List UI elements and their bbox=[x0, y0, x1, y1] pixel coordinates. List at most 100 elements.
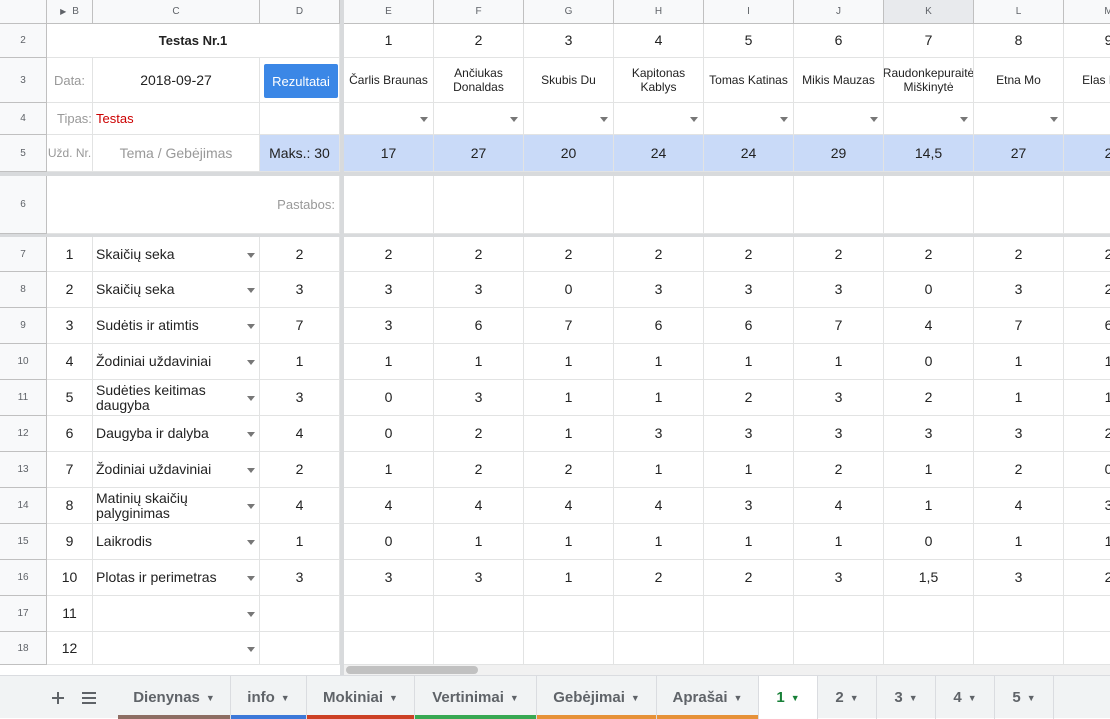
task-score[interactable] bbox=[434, 632, 524, 665]
task-score[interactable] bbox=[704, 596, 794, 632]
task-score[interactable]: 1 bbox=[344, 344, 434, 380]
task-topic[interactable]: Žodiniai uždaviniai bbox=[93, 452, 260, 488]
sheet-tab-dienynas[interactable]: Dienynas ▼ bbox=[118, 676, 231, 719]
task-score[interactable]: 2 bbox=[614, 560, 704, 596]
task-score[interactable]: 2 bbox=[614, 237, 704, 272]
student-note[interactable] bbox=[1064, 176, 1110, 234]
task-topic[interactable]: Plotas ir perimetras bbox=[93, 560, 260, 596]
task-score[interactable]: 3 bbox=[614, 416, 704, 452]
chevron-down-icon[interactable]: ▼ bbox=[206, 693, 215, 703]
task-score[interactable]: 2 bbox=[884, 380, 974, 416]
chevron-down-icon[interactable]: ▼ bbox=[281, 693, 290, 703]
task-score[interactable] bbox=[524, 596, 614, 632]
task-score[interactable]: 4 bbox=[614, 488, 704, 524]
row-header-7[interactable]: 7 bbox=[0, 237, 47, 272]
student-note[interactable] bbox=[974, 176, 1064, 234]
task-score[interactable]: 2 bbox=[794, 237, 884, 272]
column-header-G[interactable]: G bbox=[524, 0, 614, 24]
topic-header[interactable]: Tema / Gebėjimas bbox=[93, 135, 260, 172]
chevron-down-icon[interactable]: ▼ bbox=[1027, 693, 1036, 703]
task-score[interactable]: 6 bbox=[1064, 308, 1110, 344]
task-score[interactable]: 1 bbox=[524, 524, 614, 560]
task-score[interactable]: 0 bbox=[1064, 452, 1110, 488]
row-header-10[interactable]: 10 bbox=[0, 344, 47, 380]
task-number[interactable]: 1 bbox=[47, 237, 93, 272]
task-max-score[interactable]: 4 bbox=[260, 488, 340, 524]
task-score[interactable]: 0 bbox=[884, 344, 974, 380]
student-note[interactable] bbox=[434, 176, 524, 234]
task-score[interactable]: 0 bbox=[344, 380, 434, 416]
task-number[interactable]: 8 bbox=[47, 488, 93, 524]
task-score[interactable]: 3 bbox=[794, 380, 884, 416]
task-score[interactable]: 3 bbox=[974, 560, 1064, 596]
row-header-16[interactable]: 16 bbox=[0, 560, 47, 596]
task-score[interactable]: 3 bbox=[434, 560, 524, 596]
task-score[interactable]: 1 bbox=[614, 452, 704, 488]
task-score[interactable]: 2 bbox=[434, 452, 524, 488]
student-total[interactable]: 27 bbox=[434, 135, 524, 172]
task-score[interactable] bbox=[1064, 596, 1110, 632]
dropdown-arrow-icon[interactable] bbox=[600, 117, 608, 122]
task-score[interactable] bbox=[884, 596, 974, 632]
task-score[interactable]: 1 bbox=[344, 452, 434, 488]
task-score[interactable]: 1 bbox=[524, 560, 614, 596]
task-score[interactable]: 1 bbox=[1064, 380, 1110, 416]
task-topic[interactable]: Sudėtis ir atimtis bbox=[93, 308, 260, 344]
task-score[interactable]: 1 bbox=[704, 344, 794, 380]
task-topic[interactable]: Daugyba ir dalyba bbox=[93, 416, 260, 452]
student-number[interactable]: 8 bbox=[974, 24, 1064, 58]
task-score[interactable]: 3 bbox=[344, 272, 434, 308]
chevron-down-icon[interactable]: ▼ bbox=[909, 693, 918, 703]
dropdown-arrow-icon[interactable] bbox=[247, 396, 255, 401]
student-number[interactable]: 4 bbox=[614, 24, 704, 58]
column-header-L[interactable]: L bbox=[974, 0, 1064, 24]
task-score[interactable]: 4 bbox=[524, 488, 614, 524]
sheet-tab-info[interactable]: info ▼ bbox=[231, 676, 307, 719]
column-header-J[interactable]: J bbox=[794, 0, 884, 24]
task-score[interactable]: 1,5 bbox=[884, 560, 974, 596]
task-score[interactable] bbox=[614, 632, 704, 665]
chevron-down-icon[interactable]: ▼ bbox=[968, 693, 977, 703]
task-number[interactable]: 4 bbox=[47, 344, 93, 380]
student-note[interactable] bbox=[524, 176, 614, 234]
task-max-score[interactable] bbox=[260, 596, 340, 632]
task-score[interactable]: 4 bbox=[344, 488, 434, 524]
student-total[interactable]: 29 bbox=[794, 135, 884, 172]
row-header-8[interactable]: 8 bbox=[0, 272, 47, 308]
task-score[interactable]: 6 bbox=[614, 308, 704, 344]
student-name[interactable]: Mikis Mauzas bbox=[794, 58, 884, 103]
task-number[interactable]: 10 bbox=[47, 560, 93, 596]
dropdown-arrow-icon[interactable] bbox=[247, 540, 255, 545]
task-number[interactable]: 3 bbox=[47, 308, 93, 344]
row-header-15[interactable]: 15 bbox=[0, 524, 47, 560]
student-number[interactable]: 3 bbox=[524, 24, 614, 58]
type-value[interactable]: Testas bbox=[93, 103, 260, 135]
task-score[interactable]: 7 bbox=[974, 308, 1064, 344]
task-score[interactable] bbox=[614, 596, 704, 632]
column-header-B[interactable]: ▶ B bbox=[47, 0, 93, 24]
task-score[interactable]: 2 bbox=[434, 416, 524, 452]
task-score[interactable]: 3 bbox=[704, 272, 794, 308]
date-value[interactable]: 2018-09-27 bbox=[93, 58, 260, 103]
task-score[interactable]: 0 bbox=[884, 272, 974, 308]
row-header-18[interactable]: 18 bbox=[0, 632, 47, 665]
dropdown-arrow-icon[interactable] bbox=[247, 612, 255, 617]
task-max-score[interactable]: 2 bbox=[260, 237, 340, 272]
dropdown-arrow-icon[interactable] bbox=[960, 117, 968, 122]
column-header-F[interactable]: F bbox=[434, 0, 524, 24]
student-note[interactable] bbox=[794, 176, 884, 234]
student-name[interactable]: Elas Nere bbox=[1064, 58, 1110, 103]
task-score[interactable]: 3 bbox=[434, 272, 524, 308]
task-score[interactable]: 2 bbox=[1064, 237, 1110, 272]
task-score[interactable]: 2 bbox=[704, 380, 794, 416]
sheet-tab-vertinimai[interactable]: Vertinimai ▼ bbox=[415, 676, 537, 719]
task-score[interactable]: 7 bbox=[524, 308, 614, 344]
chevron-down-icon[interactable]: ▼ bbox=[734, 693, 743, 703]
task-score[interactable]: 2 bbox=[1064, 272, 1110, 308]
task-max-score[interactable]: 2 bbox=[260, 452, 340, 488]
results-button[interactable]: Rezultatai bbox=[264, 64, 338, 98]
horizontal-scrollbar[interactable] bbox=[344, 665, 1110, 675]
dropdown-arrow-icon[interactable] bbox=[247, 288, 255, 293]
chevron-down-icon[interactable]: ▼ bbox=[631, 693, 640, 703]
task-score[interactable]: 2 bbox=[1064, 416, 1110, 452]
